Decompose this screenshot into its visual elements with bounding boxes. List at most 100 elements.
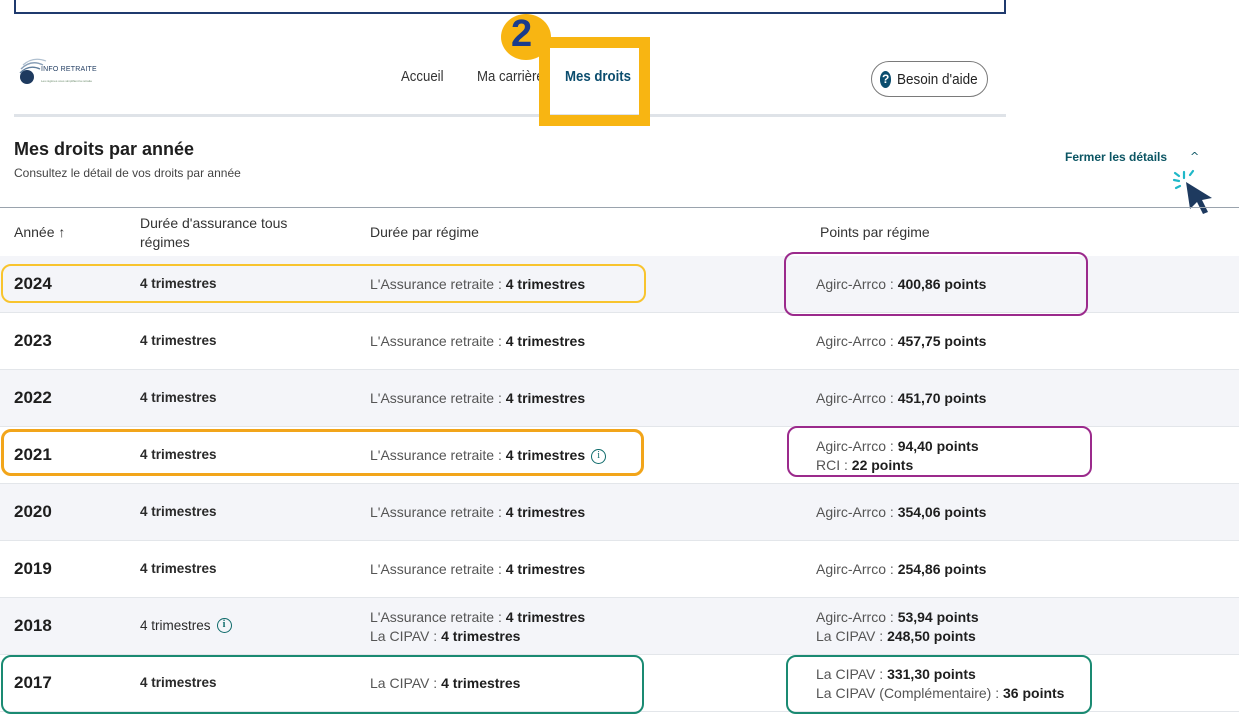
column-header-points-by-regime: Points par régime — [820, 224, 930, 240]
points-by-regime-cell-line: Agirc-Arrco : 457,75 points — [816, 332, 986, 351]
total-duration-value: 4 trimestres — [140, 560, 217, 576]
total-duration-value: 4 trimestres — [140, 389, 217, 405]
separator: : — [494, 609, 506, 625]
regime-value: 4 trimestres — [505, 333, 586, 349]
duration-by-regime-cell: L'Assurance retraite : 4 trimestres — [370, 560, 585, 579]
page-title: Mes droits par année — [14, 139, 195, 159]
year-cell: 2020 — [14, 501, 52, 521]
step-highlight-frame — [539, 37, 650, 126]
year-cell: 2022 — [14, 387, 52, 407]
regime-value: 53,94 points — [897, 609, 979, 625]
regime-name: La CIPAV — [816, 628, 876, 644]
regime-name: L'Assurance retraite — [370, 609, 495, 625]
points-by-regime-cell-line: La CIPAV : 248,50 points — [816, 627, 979, 646]
regime-value: 4 trimestres — [505, 561, 586, 577]
logo-waves-icon — [19, 58, 47, 84]
question-circle-icon: ? — [880, 70, 892, 88]
duration-by-regime-cell-line: L'Assurance retraite : 4 trimestres — [370, 608, 585, 627]
points-by-regime-cell-line: Agirc-Arrco : 354,06 points — [816, 503, 986, 522]
table-row: 2020 4 trimestres L'Assurance retraite : 4… — [0, 484, 1239, 541]
table-row: 2019 4 trimestres L'Assurance retraite : 4… — [0, 541, 1239, 598]
nav-item-ma-carriere[interactable]: Ma carrière — [477, 68, 544, 85]
nav-divider — [14, 114, 1006, 117]
year-cell: 2019 — [14, 558, 52, 578]
duration-by-regime-cell: L'Assurance retraite : 4 trimestres — [370, 389, 585, 408]
logo-text: INFO RETRAITE — [41, 66, 97, 73]
separator: : — [886, 561, 898, 577]
column-header-total-duration: Durée d'assurance tous régimes — [140, 215, 288, 250]
separator: : — [886, 504, 898, 520]
help-button[interactable]: ? Besoin d'aide — [871, 61, 988, 97]
total-duration-cell: 4 trimestres i — [140, 618, 232, 634]
regime-value: 4 trimestres — [505, 504, 586, 520]
click-cursor-icon — [1172, 169, 1212, 214]
regime-name: La CIPAV — [370, 628, 430, 644]
separator: : — [886, 390, 898, 406]
separator: : — [494, 390, 506, 406]
total-duration-cell: 4 trimestres — [140, 333, 217, 348]
regime-value: 4 trimestres — [505, 390, 586, 406]
total-duration-value: 4 trimestres — [140, 503, 217, 519]
regime-name: Agirc-Arrco — [816, 390, 887, 406]
help-button-label: Besoin d'aide — [897, 70, 979, 88]
table-row: 2022 4 trimestres L'Assurance retraite : 4… — [0, 370, 1239, 427]
page-subtitle: Consultez le détail de vos droits par an… — [14, 166, 241, 180]
highlight-2021-points — [787, 426, 1092, 477]
regime-name: L'Assurance retraite — [370, 504, 495, 520]
points-by-regime-cell-line: Agirc-Arrco : 53,94 points — [816, 608, 979, 627]
regime-value: 248,50 points — [887, 628, 976, 644]
regime-value: 4 trimestres — [505, 609, 586, 625]
points-by-regime-cell: Agirc-Arrco : 451,70 points — [816, 389, 986, 408]
separator: : — [886, 333, 898, 349]
top-frame — [14, 0, 1006, 14]
highlight-2024-durations — [1, 264, 646, 303]
points-by-regime-cell: Agirc-Arrco : 457,75 points — [816, 332, 986, 351]
highlight-2017-durations — [1, 655, 644, 714]
separator: : — [429, 628, 442, 644]
regime-value: 4 trimestres — [441, 628, 521, 644]
total-duration-value: 4 trimestres — [140, 617, 211, 633]
info-retraite-logo[interactable]: INFO RETRAITE Les régimes vous simplifie… — [17, 55, 107, 99]
table-row: 2023 4 trimestres L'Assurance retraite : 4… — [0, 313, 1239, 370]
column-header-duration-by-regime: Durée par régime — [370, 224, 479, 240]
total-duration-cell: 4 trimestres — [140, 390, 217, 405]
regime-name: L'Assurance retraite — [370, 333, 495, 349]
logo-tagline: Les régimes vous simplifient la retraite — [41, 79, 93, 83]
chevron-up-icon[interactable]: ^ — [1190, 150, 1199, 163]
duration-by-regime-cell-line: L'Assurance retraite : 4 trimestres — [370, 503, 585, 522]
regime-name: Agirc-Arrco — [816, 609, 887, 625]
points-by-regime-cell-line: Agirc-Arrco : 254,86 points — [816, 560, 986, 579]
points-by-regime-cell: Agirc-Arrco : 254,86 points — [816, 560, 986, 579]
separator: : — [494, 561, 506, 577]
highlight-2024-points — [784, 252, 1088, 316]
points-by-regime-cell: Agirc-Arrco : 354,06 points — [816, 503, 986, 522]
separator: : — [875, 628, 888, 644]
regime-value: 457,75 points — [897, 333, 987, 349]
total-duration-cell: 4 trimestres — [140, 504, 217, 519]
separator: : — [494, 333, 506, 349]
points-by-regime-cell-line: Agirc-Arrco : 451,70 points — [816, 389, 986, 408]
separator: : — [494, 504, 506, 520]
column-header-year[interactable]: Année ↑ — [14, 224, 65, 240]
regime-name: L'Assurance retraite — [370, 561, 495, 577]
duration-by-regime-cell-line: L'Assurance retraite : 4 trimestres — [370, 332, 585, 351]
step-number: 2 — [511, 13, 533, 55]
regime-name: Agirc-Arrco — [816, 333, 887, 349]
table-row: 2018 4 trimestres i L'Assurance retraite : … — [0, 598, 1239, 655]
duration-by-regime-cell: L'Assurance retraite : 4 trimestres — [370, 503, 585, 522]
duration-by-regime-cell-line: La CIPAV : 4 trimestres — [370, 627, 585, 646]
regime-name: Agirc-Arrco — [816, 504, 887, 520]
regime-name: Agirc-Arrco — [816, 561, 887, 577]
close-details-link[interactable]: Fermer les détails — [1065, 150, 1167, 164]
year-cell: 2018 — [14, 615, 52, 635]
duration-by-regime-cell: L'Assurance retraite : 4 trimestres — [370, 332, 585, 351]
separator: : — [886, 609, 898, 625]
highlight-2017-points — [786, 655, 1092, 714]
info-icon[interactable]: i — [216, 618, 232, 634]
duration-by-regime-cell-line: L'Assurance retraite : 4 trimestres — [370, 389, 585, 408]
highlight-2021-durations — [1, 429, 644, 476]
table-top-rule — [0, 207, 1239, 208]
regime-name: L'Assurance retraite — [370, 390, 495, 406]
nav-item-accueil[interactable]: Accueil — [401, 68, 444, 85]
points-by-regime-cell: Agirc-Arrco : 53,94 points La CIPAV : 248… — [816, 608, 979, 646]
